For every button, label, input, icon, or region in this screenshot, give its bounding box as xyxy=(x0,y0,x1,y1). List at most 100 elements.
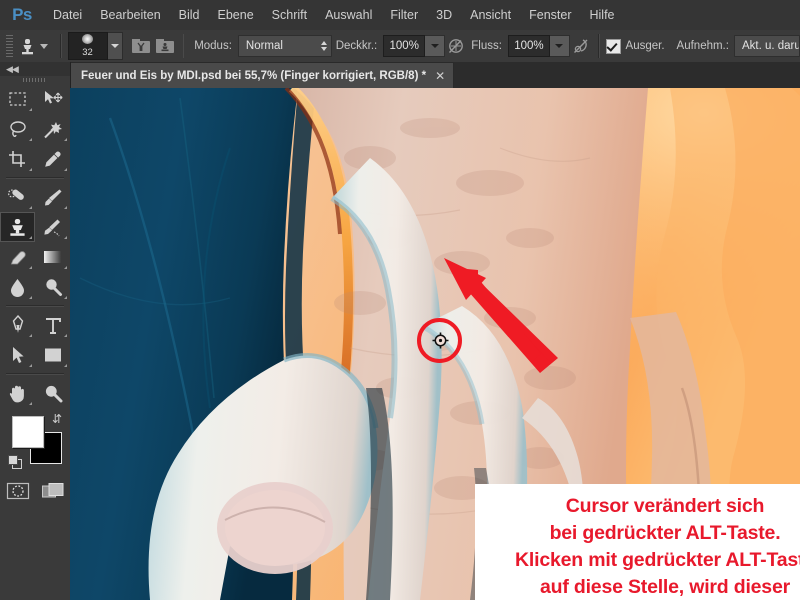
opacity-value[interactable]: 100% xyxy=(383,35,426,57)
menu-datei[interactable]: Datei xyxy=(44,0,91,30)
brush-size-picker[interactable]: 32 xyxy=(67,32,123,60)
aligned-label: Ausger. xyxy=(625,40,665,52)
brush-size-value: 32 xyxy=(82,47,93,58)
menu-ebene[interactable]: Ebene xyxy=(209,0,263,30)
options-bar-grip[interactable] xyxy=(6,35,13,57)
photoshop-window: Ps Datei Bearbeiten Bild Ebene Schrift A… xyxy=(0,0,800,600)
sample-value: Akt. u. darun xyxy=(741,40,799,52)
menu-hilfe[interactable]: Hilfe xyxy=(581,0,624,30)
annotation-line-4: auf diese Stelle, wird dieser xyxy=(540,576,790,598)
menu-3d[interactable]: 3D xyxy=(427,0,461,30)
flyout-corner-icon xyxy=(64,206,67,209)
tool-dodge[interactable] xyxy=(35,272,70,302)
flow-chevron-down-icon[interactable] xyxy=(549,35,570,57)
flyout-corner-icon xyxy=(64,296,67,299)
sample-select[interactable]: Akt. u. darun xyxy=(733,35,800,57)
document-tab[interactable]: Feuer und Eis by MDI.psd bei 55,7% (Fing… xyxy=(70,62,455,88)
toggle-brush-panel-icon[interactable] xyxy=(131,34,151,58)
flow-control[interactable]: 100% xyxy=(507,35,570,57)
document-tab-strip: Feuer und Eis by MDI.psd bei 55,7% (Fing… xyxy=(70,62,800,89)
aligned-checkbox[interactable] xyxy=(605,38,621,54)
menu-auswahl[interactable]: Auswahl xyxy=(316,0,381,30)
options-divider-1 xyxy=(59,34,62,58)
flyout-corner-icon xyxy=(29,168,32,171)
menu-schrift[interactable]: Schrift xyxy=(263,0,316,30)
tools-panel-grip[interactable] xyxy=(0,76,70,84)
tool-clone-stamp[interactable] xyxy=(0,212,35,242)
tool-divider-2 xyxy=(6,305,64,307)
brush-picker-chevron-down-icon[interactable] xyxy=(107,32,123,60)
airbrush-icon[interactable] xyxy=(572,34,590,58)
quick-mask-icon[interactable] xyxy=(0,476,35,506)
swap-colors-icon[interactable]: ⇵ xyxy=(52,412,62,426)
document-canvas[interactable]: Cursor verändert sich bei gedrückter ALT… xyxy=(70,88,800,600)
tool-magic-wand[interactable] xyxy=(35,114,70,144)
tool-healing-brush[interactable] xyxy=(0,182,35,212)
flyout-corner-icon xyxy=(29,296,32,299)
pressure-opacity-icon[interactable] xyxy=(447,34,465,58)
tool-move[interactable] xyxy=(35,84,70,114)
tool-zoom[interactable] xyxy=(35,378,70,408)
default-colors-icon[interactable] xyxy=(8,455,22,469)
tool-grid xyxy=(0,84,70,408)
flyout-corner-icon xyxy=(29,138,32,141)
active-tool-preview-clone-stamp-icon[interactable] xyxy=(18,34,37,58)
aligned-checkbox-group[interactable]: Ausger. xyxy=(605,38,673,54)
flyout-corner-icon xyxy=(29,236,32,239)
opacity-control[interactable]: 100% xyxy=(383,35,446,57)
close-icon[interactable]: ✕ xyxy=(435,70,445,82)
tool-preset-chevron-down-icon[interactable] xyxy=(39,43,48,49)
flyout-corner-icon xyxy=(64,334,67,337)
tool-path-selection[interactable] xyxy=(0,340,35,370)
collapse-double-arrow-icon[interactable]: ◀◀ xyxy=(6,64,19,75)
flyout-corner-icon xyxy=(64,168,67,171)
tools-panel-header: ◀◀ xyxy=(0,62,70,76)
menu-bearbeiten[interactable]: Bearbeiten xyxy=(91,0,169,30)
annotation-callout-box: Cursor verändert sich bei gedrückter ALT… xyxy=(475,484,800,600)
tool-lasso[interactable] xyxy=(0,114,35,144)
menu-bild[interactable]: Bild xyxy=(170,0,209,30)
flyout-corner-icon xyxy=(29,206,32,209)
annotation-line-1: Cursor verändert sich xyxy=(565,495,765,517)
tool-divider-1 xyxy=(6,177,64,179)
flyout-corner-icon xyxy=(64,364,67,367)
menu-bar: Ps Datei Bearbeiten Bild Ebene Schrift A… xyxy=(0,0,800,31)
flyout-corner-icon xyxy=(29,402,32,405)
screen-mode-icon[interactable] xyxy=(35,476,70,506)
flow-value[interactable]: 100% xyxy=(507,35,550,57)
tool-hand[interactable] xyxy=(0,378,35,408)
annotation-line-3: Klicken mit gedrückter ALT-Taste xyxy=(515,549,800,571)
tool-crop[interactable] xyxy=(0,144,35,174)
options-bar: 32 Modus: Normal Deckkr.: 100% Fluss: 10… xyxy=(0,30,800,63)
tool-type[interactable] xyxy=(35,310,70,340)
blend-mode-spinner-icon xyxy=(320,41,327,51)
tool-eraser[interactable] xyxy=(0,242,35,272)
photoshop-logo: Ps xyxy=(12,5,32,24)
tool-shape[interactable] xyxy=(35,340,70,370)
tool-gradient[interactable] xyxy=(35,242,70,272)
color-swatches: ⇵ xyxy=(0,408,70,474)
blend-mode-select[interactable]: Normal xyxy=(237,35,332,57)
mode-buttons-row xyxy=(0,474,70,508)
tool-brush[interactable] xyxy=(35,182,70,212)
toggle-clone-source-panel-icon[interactable] xyxy=(155,34,175,58)
brush-preview-box[interactable]: 32 xyxy=(67,32,108,60)
menu-ansicht[interactable]: Ansicht xyxy=(461,0,520,30)
opacity-chevron-down-icon[interactable] xyxy=(425,35,446,57)
clone-source-crosshair-cursor xyxy=(432,332,449,349)
menu-filter[interactable]: Filter xyxy=(381,0,427,30)
flyout-corner-icon xyxy=(29,364,32,367)
foreground-color-swatch[interactable] xyxy=(12,416,44,448)
tool-eyedropper[interactable] xyxy=(35,144,70,174)
tool-history-brush[interactable] xyxy=(35,212,70,242)
tool-blur[interactable] xyxy=(0,272,35,302)
flyout-corner-icon xyxy=(29,108,32,111)
menu-fenster[interactable]: Fenster xyxy=(520,0,580,30)
sample-label: Aufnehm.: xyxy=(676,40,729,52)
tool-divider-3 xyxy=(6,373,64,375)
tool-rectangular-marquee[interactable] xyxy=(0,84,35,114)
opacity-label: Deckkr.: xyxy=(335,40,378,52)
tool-pen[interactable] xyxy=(0,310,35,340)
mode-label: Modus: xyxy=(194,40,232,52)
flyout-corner-icon xyxy=(64,266,67,269)
